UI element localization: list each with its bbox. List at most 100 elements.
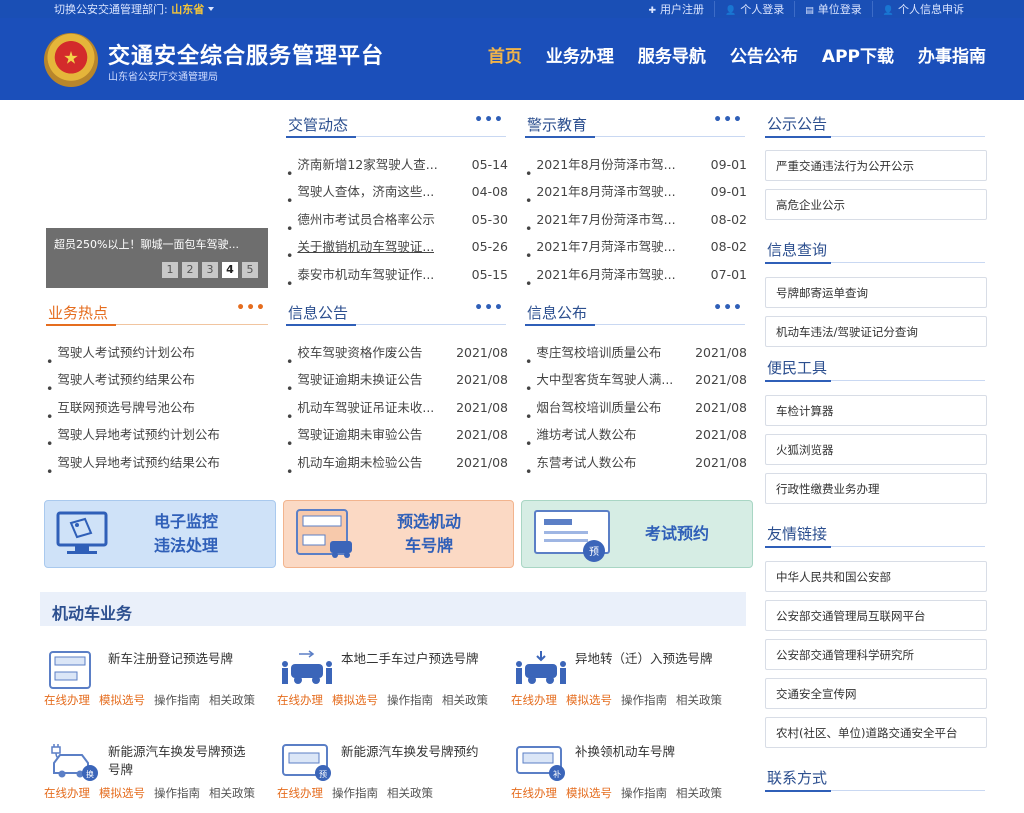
online-handle-link[interactable]: 在线办理 bbox=[44, 786, 90, 800]
list-item[interactable]: • 驾驶人查体，济南这些... 04-08 bbox=[286, 178, 508, 208]
right-link-box[interactable]: 高危企业公示 bbox=[765, 189, 987, 220]
list-item[interactable]: • 驾驶证逾期未换证公告 2021/08 bbox=[286, 366, 508, 396]
right-link-box[interactable]: 火狐浏览器 bbox=[765, 434, 987, 465]
carousel-page[interactable]: 2 bbox=[182, 262, 198, 278]
site-header: 交通安全综合服务管理平台 山东省公安厅交通管理局 首页 业务办理 服务导航 公告… bbox=[0, 18, 1024, 100]
service-name[interactable]: 本地二手车过户预选号牌 bbox=[341, 650, 481, 668]
nav-announcement[interactable]: 公告公布 bbox=[730, 42, 798, 67]
traffic-news-header: 交管动态 ••• bbox=[286, 112, 506, 138]
nav-guide[interactable]: 办事指南 bbox=[918, 42, 986, 67]
service-name[interactable]: 新能源汽车换发号牌预选号牌 bbox=[108, 743, 248, 779]
exam-booking-button[interactable]: 预 考试预约 bbox=[521, 500, 753, 568]
guide-link[interactable]: 操作指南 bbox=[154, 786, 200, 800]
list-item[interactable]: • 2021年7月菏泽市驾驶... 08-02 bbox=[525, 233, 747, 263]
simulate-select-link[interactable]: 模拟选号 bbox=[566, 786, 612, 800]
online-handle-link[interactable]: 在线办理 bbox=[277, 693, 323, 707]
more-icon[interactable]: ••• bbox=[474, 112, 504, 128]
list-item[interactable]: • 枣庄驾校培训质量公布 2021/08 bbox=[525, 339, 747, 369]
caret-down-icon[interactable] bbox=[208, 7, 215, 11]
list-item[interactable]: • 烟台驾校培训质量公布 2021/08 bbox=[525, 394, 747, 424]
nav-home[interactable]: 首页 bbox=[488, 42, 522, 67]
right-link-box[interactable]: 中华人民共和国公安部 bbox=[765, 561, 987, 592]
section-title: 信息公布 bbox=[527, 304, 588, 322]
service-name[interactable]: 新车注册登记预选号牌 bbox=[108, 650, 248, 668]
svg-text:换: 换 bbox=[86, 769, 94, 779]
list-item[interactable]: • 泰安市机动车驾驶证作... 05-15 bbox=[286, 261, 508, 291]
list-item[interactable]: • 机动车逾期未检验公告 2021/08 bbox=[286, 449, 508, 479]
list-item[interactable]: • 潍坊考试人数公布 2021/08 bbox=[525, 421, 747, 451]
list-item[interactable]: • 东营考试人数公布 2021/08 bbox=[525, 449, 747, 479]
more-icon[interactable]: ••• bbox=[713, 112, 743, 128]
more-icon[interactable]: ••• bbox=[474, 300, 504, 316]
right-link-box[interactable]: 号牌邮寄运单查询 bbox=[765, 277, 987, 308]
list-item[interactable]: • 驾驶人考试预约结果公布 bbox=[46, 366, 268, 396]
service-name[interactable]: 新能源汽车换发号牌预约 bbox=[341, 743, 481, 761]
right-link-box[interactable]: 行政性缴费业务办理 bbox=[765, 473, 987, 504]
news-carousel[interactable]: 超员250%以上！聊城一面包车驾驶... 1 2 3 4 5 bbox=[46, 228, 268, 288]
section-title: 信息查询 bbox=[767, 241, 828, 259]
policy-link[interactable]: 相关政策 bbox=[387, 786, 433, 800]
right-link-box[interactable]: 交通安全宣传网 bbox=[765, 678, 987, 709]
list-item[interactable]: • 驾驶人异地考试预约结果公布 bbox=[46, 449, 268, 479]
more-icon[interactable]: ••• bbox=[236, 300, 266, 316]
plate-preselect-button[interactable]: 预选机动 车号牌 bbox=[283, 500, 514, 568]
policy-link[interactable]: 相关政策 bbox=[209, 693, 255, 707]
list-item[interactable]: • 互联网预选号牌号池公布 bbox=[46, 394, 268, 424]
list-item[interactable]: • 校车驾驶资格作废公告 2021/08 bbox=[286, 339, 508, 369]
list-item[interactable]: • 关于撤销机动车驾驶证... 05-26 bbox=[286, 233, 508, 263]
list-item[interactable]: • 济南新增12家驾驶人查... 05-14 bbox=[286, 151, 508, 181]
divider bbox=[765, 546, 831, 548]
guide-link[interactable]: 操作指南 bbox=[621, 786, 667, 800]
list-item[interactable]: • 德州市考试员合格率公示 05-30 bbox=[286, 206, 508, 236]
right-link-box[interactable]: 公安部交通管理科学研究所 bbox=[765, 639, 987, 670]
policy-link[interactable]: 相关政策 bbox=[209, 786, 255, 800]
carousel-caption[interactable]: 超员250%以上！聊城一面包车驾驶... bbox=[54, 236, 260, 252]
list-item[interactable]: • 驾驶人考试预约计划公布 bbox=[46, 339, 268, 369]
right-link-box[interactable]: 公安部交通管理局互联网平台 bbox=[765, 600, 987, 631]
right-link-box[interactable]: 严重交通违法行为公开公示 bbox=[765, 150, 987, 181]
guide-link[interactable]: 操作指南 bbox=[621, 693, 667, 707]
guide-link[interactable]: 操作指南 bbox=[387, 693, 433, 707]
right-link-box[interactable]: 农村(社区、单位)道路交通安全平台 bbox=[765, 717, 987, 748]
appeal-link[interactable]: 👤 个人信息申诉 bbox=[871, 1, 974, 17]
guide-link[interactable]: 操作指南 bbox=[154, 693, 200, 707]
list-item[interactable]: • 大中型客货车驾驶人满... 2021/08 bbox=[525, 366, 747, 396]
right-link-box[interactable]: 车检计算器 bbox=[765, 395, 987, 426]
company-login-link[interactable]: ▤ 单位登录 bbox=[794, 1, 872, 17]
policy-link[interactable]: 相关政策 bbox=[676, 786, 722, 800]
online-handle-link[interactable]: 在线办理 bbox=[511, 786, 557, 800]
personal-login-link[interactable]: 👤 个人登录 bbox=[714, 1, 794, 17]
carousel-page[interactable]: 1 bbox=[162, 262, 178, 278]
right-link-box[interactable]: 机动车违法/驾驶证记分查询 bbox=[765, 316, 987, 347]
carousel-page[interactable]: 5 bbox=[242, 262, 258, 278]
department-switcher[interactable]: 切换公安交通管理部门: 山东省 bbox=[54, 1, 215, 17]
carousel-page-active[interactable]: 4 bbox=[222, 262, 238, 278]
simulate-select-link[interactable]: 模拟选号 bbox=[566, 693, 612, 707]
online-handle-link[interactable]: 在线办理 bbox=[44, 693, 90, 707]
simulate-select-link[interactable]: 模拟选号 bbox=[332, 693, 378, 707]
list-item[interactable]: • 机动车驾驶证吊证未收... 2021/08 bbox=[286, 394, 508, 424]
list-item[interactable]: • 2021年7月份菏泽市驾... 08-02 bbox=[525, 206, 747, 236]
nav-service[interactable]: 服务导航 bbox=[638, 42, 706, 67]
register-link[interactable]: ✚ 用户注册 bbox=[639, 1, 715, 17]
nav-app-download[interactable]: APP下载 bbox=[822, 42, 894, 67]
simulate-select-link[interactable]: 模拟选号 bbox=[99, 693, 145, 707]
carousel-page[interactable]: 3 bbox=[202, 262, 218, 278]
service-name[interactable]: 补换领机动车号牌 bbox=[575, 743, 715, 761]
nav-business[interactable]: 业务办理 bbox=[546, 42, 614, 67]
more-icon[interactable]: ••• bbox=[713, 300, 743, 316]
service-name[interactable]: 异地转（迁）入预选号牌 bbox=[575, 650, 715, 668]
list-item[interactable]: • 2021年8月菏泽市驾驶... 09-01 bbox=[525, 178, 747, 208]
online-handle-link[interactable]: 在线办理 bbox=[511, 693, 557, 707]
guide-link[interactable]: 操作指南 bbox=[332, 786, 378, 800]
electronic-monitoring-button[interactable]: 电子监控 违法处理 bbox=[44, 500, 276, 568]
online-handle-link[interactable]: 在线办理 bbox=[277, 786, 323, 800]
list-item[interactable]: • 2021年6月菏泽市驾驶... 07-01 bbox=[525, 261, 747, 291]
department-province[interactable]: 山东省 bbox=[171, 3, 204, 16]
policy-link[interactable]: 相关政策 bbox=[442, 693, 488, 707]
list-item[interactable]: • 驾驶人异地考试预约计划公布 bbox=[46, 421, 268, 451]
policy-link[interactable]: 相关政策 bbox=[676, 693, 722, 707]
list-item[interactable]: • 驾驶证逾期未审验公告 2021/08 bbox=[286, 421, 508, 451]
list-item[interactable]: • 2021年8月份菏泽市驾... 09-01 bbox=[525, 151, 747, 181]
simulate-select-link[interactable]: 模拟选号 bbox=[99, 786, 145, 800]
